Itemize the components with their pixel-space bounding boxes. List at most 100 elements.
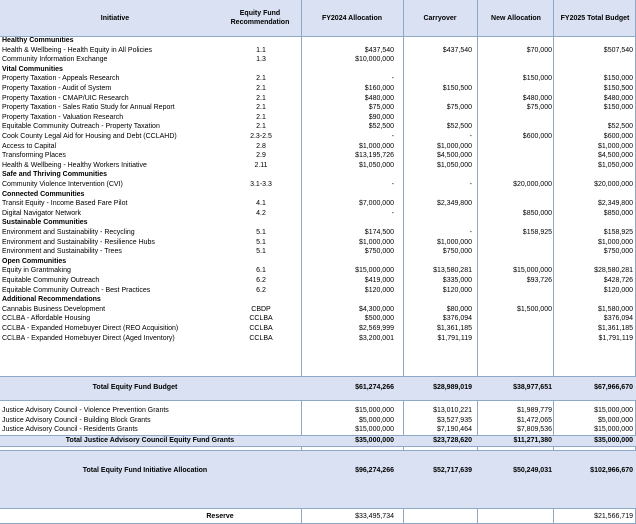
carryover-amount: $335,000: [442, 277, 472, 284]
fy2025-total: $1,580,000: [597, 305, 633, 313]
header-fy2024: FY2024 Allocation: [321, 14, 383, 22]
fy2025-total: $150,500: [603, 85, 633, 92]
fy2025-total: $850,000: [603, 209, 633, 217]
justice-fy2025: $15,000,000: [594, 407, 633, 414]
table-row: CCLBA - Expanded Homebuyer Direct (REO A…: [0, 324, 636, 334]
initiative-name: Health & Wellbeing - Healthy Workers Ini…: [2, 161, 147, 169]
fy2025-total: $480,000: [603, 94, 633, 102]
fy2025-total: $150,000: [603, 104, 633, 112]
initiative-name: CCLBA - Expanded Homebuyer Direct (REO A…: [2, 325, 179, 332]
recommendation-code: 5.1: [256, 229, 266, 236]
fy2024-allocation: $480,000: [364, 94, 394, 102]
recommendation-code: 4.1: [256, 200, 266, 208]
fy2025-total: $4,500,000: [597, 152, 633, 160]
total-initiative-label: Total Equity Fund Initiative Allocation: [82, 467, 208, 474]
table-row: Cook County Legal Aid for Housing and De…: [0, 132, 636, 142]
section-header: Healthy Communities: [0, 36, 636, 46]
justice-carryover: $7,190,464: [436, 426, 472, 434]
justice-new-allocation: $7,809,536: [516, 426, 552, 434]
recommendation-code: 5.1: [256, 238, 266, 246]
fy2025-total: $507,540: [603, 46, 633, 54]
fy2024-allocation: $2,569,999: [358, 325, 394, 332]
new-allocation-amount: $150,000: [522, 75, 552, 83]
carryover-amount: $150,500: [442, 85, 472, 92]
fy2025-total: $52,500: [607, 123, 633, 131]
new-allocation-amount: $850,000: [522, 209, 552, 217]
carryover-amount: $1,000,000: [436, 238, 472, 246]
fy2025-total: $1,791,119: [598, 334, 633, 342]
recommendation-code: 6.2: [256, 286, 266, 294]
table-row: Equitable Community Outreach - Property …: [0, 122, 636, 132]
table-row: Property Taxation - Sales Ratio Study fo…: [0, 103, 636, 113]
budget-table: Initiative Equity Fund Recommendation FY…: [0, 0, 636, 524]
initiative-name: Equitable Community Outreach - Best Prac…: [2, 286, 151, 294]
new-allocation-amount: $20,000,000: [513, 181, 552, 188]
total-initiative-row: Total Equity Fund Initiative Allocation $…: [0, 466, 636, 476]
recommendation-code: 2.9: [256, 152, 266, 160]
section-label: Vital Communities: [2, 65, 63, 73]
table-row: Property Taxation - Appeals Research 2.1 -…: [0, 74, 636, 84]
total-new-allocation: $38,977,651: [513, 384, 552, 391]
fy2024-allocation: $75,000: [368, 104, 394, 112]
header-recommendation: Equity Fund Recommendation: [230, 10, 290, 26]
recommendation-code: 1.1: [256, 46, 266, 54]
row-divider: [0, 376, 636, 377]
fy2025-total: $158,925: [603, 229, 633, 236]
header-carryover: Carryover: [423, 14, 457, 22]
fy2024-allocation: $500,000: [364, 315, 394, 323]
fy2024-allocation: $90,000: [368, 113, 394, 121]
recommendation-code: 1.3: [256, 56, 266, 64]
initiative-name: Equitable Community Outreach: [2, 277, 100, 284]
fy2024-allocation: $160,000: [364, 85, 394, 92]
recommendation-code: 2.1: [256, 94, 266, 102]
justice-new-allocation: $1,989,779: [516, 407, 552, 414]
total-justice-new-allocation: $11,271,380: [513, 437, 552, 444]
total-initiative-carryover: $52,717,639: [433, 467, 472, 474]
header-fy2025: FY2025 Total Budget: [560, 14, 630, 22]
fy2024-allocation: $1,000,000: [358, 142, 394, 150]
carryover-amount: $75,000: [446, 104, 472, 112]
table-row: Health & Wellbeing - Healthy Workers Ini…: [0, 161, 636, 171]
justice-new-allocation: $1,472,065: [516, 416, 552, 424]
new-allocation-amount: $480,000: [522, 94, 552, 102]
new-allocation-amount: $158,925: [522, 229, 552, 236]
row-divider: [0, 450, 636, 451]
justice-row: Justice Advisory Council - Residents Gra…: [0, 425, 636, 435]
table-row: Health & Wellbeing - Health Equity in Al…: [0, 46, 636, 56]
initiative-name: CCLBA - Expanded Homebuyer Direct (Aged …: [2, 334, 175, 342]
recommendation-code: 6.2: [256, 277, 266, 284]
table-row: Environment and Sustainability - Trees 5.…: [0, 247, 636, 257]
justice-fy2025: $5,000,000: [597, 416, 633, 424]
fy2024-allocation: $52,500: [368, 123, 394, 131]
table-row: Environment and Sustainability - Recycli…: [0, 228, 636, 238]
table-row: Equitable Community Outreach 6.2 $419,000 $…: [0, 276, 636, 286]
total-initiative-fy2024: $96,274,266: [355, 467, 394, 474]
justice-name: Justice Advisory Council - Violence Prev…: [2, 407, 169, 414]
new-allocation-amount: $93,726: [526, 277, 552, 284]
initiative-name: Access to Capital: [2, 142, 57, 150]
initiative-name: Environment and Sustainability - Recycli…: [2, 229, 135, 236]
new-allocation-amount: $1,500,000: [516, 305, 552, 313]
recommendation-code: 3.1-3.3: [250, 181, 272, 188]
carryover-amount: $1,050,000: [436, 161, 472, 169]
recommendation-code: CCLBA: [249, 334, 273, 342]
initiative-name: Property Taxation - Sales Ratio Study fo…: [2, 104, 175, 112]
section-header: Additional Recommendations: [0, 295, 636, 305]
section-label: Connected Communities: [2, 190, 85, 198]
table-row: Property Taxation - Audit of System 2.1 $1…: [0, 84, 636, 94]
fy2024-allocation: $7,000,000: [358, 200, 394, 208]
table-row: Equitable Community Outreach - Best Prac…: [0, 286, 636, 296]
initiative-name: Community Violence Intervention (CVI): [2, 181, 123, 188]
initiative-name: Digital Navigator Network: [2, 209, 81, 217]
initiative-name: Environment and Sustainability - Trees: [2, 248, 122, 256]
reserve-fy2024: $33,495,734: [355, 513, 394, 520]
table-row: CCLBA - Expanded Homebuyer Direct (Aged …: [0, 334, 636, 344]
fy2025-total: $28,580,281: [594, 267, 633, 275]
fy2024-allocation: $4,300,000: [358, 305, 394, 313]
total-justice-row: Total Justice Advisory Council Equity Fu…: [0, 436, 636, 446]
fy2025-total: $1,000,000: [597, 238, 633, 246]
fy2024-allocation: $419,000: [364, 277, 394, 284]
justice-fy2024: $15,000,000: [355, 407, 394, 414]
fy2025-total: $750,000: [603, 248, 633, 256]
total-label: Total Equity Fund Budget: [92, 384, 178, 391]
